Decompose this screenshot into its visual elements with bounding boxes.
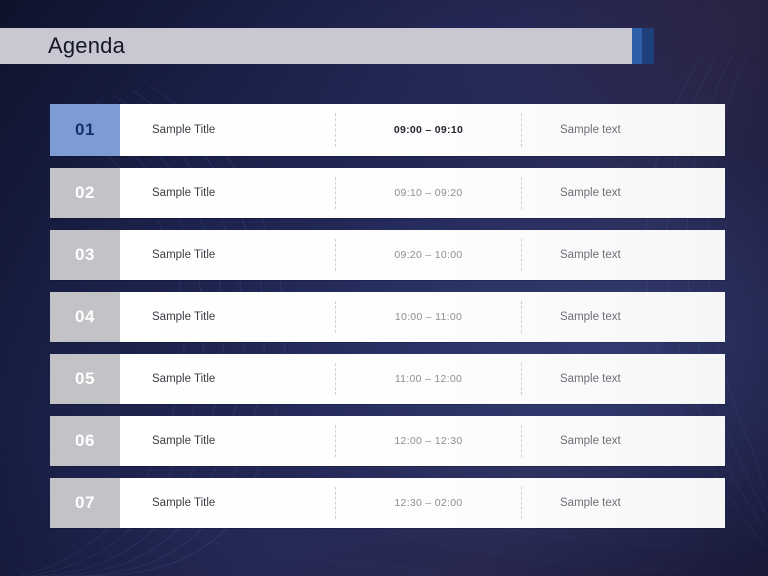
agenda-row-time: 10:00 – 11:00 [394, 311, 463, 323]
agenda-row-number: 05 [50, 354, 120, 404]
agenda-row[interactable]: 05 Sample Title 11:00 – 12:00 Sample tex… [50, 354, 725, 404]
agenda-row-body: Sample Title 09:10 – 09:20 Sample text [120, 168, 725, 218]
agenda-row-title: Sample Title [152, 311, 216, 323]
agenda-row-text: Sample text [560, 124, 621, 136]
agenda-row-body: Sample Title 12:00 – 12:30 Sample text [120, 416, 725, 466]
agenda-row-number: 07 [50, 478, 120, 528]
agenda-row-text: Sample text [560, 311, 621, 323]
agenda-row-number: 01 [50, 104, 120, 156]
page-title: Agenda [48, 33, 126, 58]
agenda-row-number: 02 [50, 168, 120, 218]
agenda-row-title: Sample Title [152, 124, 216, 136]
agenda-row[interactable]: 02 Sample Title 09:10 – 09:20 Sample tex… [50, 168, 725, 218]
title-accent-bar-dark [642, 28, 654, 64]
agenda-row-body: Sample Title 10:00 – 11:00 Sample text [120, 292, 725, 342]
agenda-row-time: 12:00 – 12:30 [394, 435, 463, 447]
agenda-row-text: Sample text [560, 249, 621, 261]
agenda-row-title: Sample Title [152, 373, 216, 385]
agenda-row-time: 12:30 – 02:00 [394, 497, 463, 509]
agenda-row[interactable]: 04 Sample Title 10:00 – 11:00 Sample tex… [50, 292, 725, 342]
agenda-row-text: Sample text [560, 497, 621, 509]
agenda-row[interactable]: 07 Sample Title 12:30 – 02:00 Sample tex… [50, 478, 725, 528]
agenda-row-time: 09:20 – 10:00 [394, 249, 463, 261]
agenda-row-text: Sample text [560, 373, 621, 385]
agenda-row-time: 09:10 – 09:20 [394, 187, 463, 199]
agenda-list: 01 Sample Title 09:00 – 09:10 Sample tex… [50, 104, 725, 540]
agenda-row-title: Sample Title [152, 187, 216, 199]
title-accent-bar-light [632, 28, 642, 64]
agenda-row-body: Sample Title 11:00 – 12:00 Sample text [120, 354, 725, 404]
agenda-row-number: 06 [50, 416, 120, 466]
agenda-row[interactable]: 03 Sample Title 09:20 – 10:00 Sample tex… [50, 230, 725, 280]
agenda-slide: Agenda 01 Sample Title 09:00 – 09:10 Sam… [0, 0, 768, 576]
slide-title-plate: Agenda [0, 28, 632, 64]
agenda-row-time: 11:00 – 12:00 [394, 373, 463, 385]
agenda-row[interactable]: 01 Sample Title 09:00 – 09:10 Sample tex… [50, 104, 725, 156]
slide-title-bar: Agenda [0, 28, 654, 64]
agenda-row-number: 03 [50, 230, 120, 280]
agenda-row-body: Sample Title 09:00 – 09:10 Sample text [120, 104, 725, 156]
agenda-row[interactable]: 06 Sample Title 12:00 – 12:30 Sample tex… [50, 416, 725, 466]
agenda-row-text: Sample text [560, 435, 621, 447]
agenda-row-body: Sample Title 09:20 – 10:00 Sample text [120, 230, 725, 280]
agenda-row-text: Sample text [560, 187, 621, 199]
agenda-row-title: Sample Title [152, 435, 216, 447]
agenda-row-time: 09:00 – 09:10 [393, 124, 464, 136]
agenda-row-body: Sample Title 12:30 – 02:00 Sample text [120, 478, 725, 528]
agenda-row-number: 04 [50, 292, 120, 342]
agenda-row-title: Sample Title [152, 249, 216, 261]
agenda-row-title: Sample Title [152, 497, 216, 509]
